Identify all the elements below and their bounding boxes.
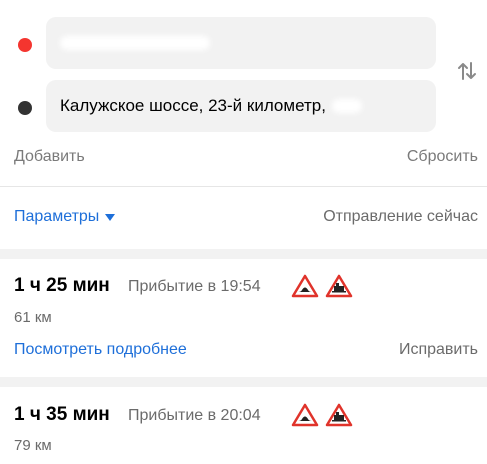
route-warnings [291,274,353,298]
redacted-text [331,99,362,113]
waypoint-actions: Добавить Сбросить [0,148,487,172]
divider [0,186,487,187]
railway-crossing-warning-icon [325,403,353,427]
section-separator [0,377,487,387]
parameters-label: Параметры [14,208,100,225]
from-field[interactable] [46,17,436,69]
add-waypoint-button[interactable]: Добавить [14,148,85,166]
speed-bump-warning-icon [291,274,319,298]
departure-time-selector[interactable]: Отправление сейчас [323,208,478,226]
route-distance: 79 км [14,437,52,454]
reset-button[interactable]: Сбросить [407,148,478,166]
start-point-marker [18,38,32,52]
route-distance: 61 км [14,309,52,326]
route-arrival: Прибытие в 19:54 [128,278,261,295]
swap-arrows-icon[interactable] [456,60,478,82]
route-inputs: Калужское шоссе, 23-й километр, [0,0,487,140]
route-arrival: Прибытие в 20:04 [128,407,261,424]
route-duration: 1 ч 35 мин [14,404,110,425]
route-option[interactable]: 1 ч 25 мин Прибытие в 19:54 61 км Посмот… [0,259,487,377]
section-separator [0,249,487,259]
railway-crossing-warning-icon [325,274,353,298]
parameters-row: Параметры Отправление сейчас [0,208,487,232]
to-field-value: Калужское шоссе, 23-й километр, [60,96,326,115]
to-field[interactable]: Калужское шоссе, 23-й километр, [46,80,436,132]
fix-route-button[interactable]: Исправить [399,341,478,359]
parameters-dropdown[interactable]: Параметры [14,208,116,226]
caret-down-icon [105,213,116,221]
route-duration: 1 ч 25 мин [14,275,110,296]
route-option[interactable]: 1 ч 35 мин Прибытие в 20:04 79 км [0,387,487,464]
redacted-text [60,36,210,50]
view-details-link[interactable]: Посмотреть подробнее [14,341,187,359]
route-warnings [291,403,353,427]
speed-bump-warning-icon [291,403,319,427]
end-point-marker [18,101,32,115]
